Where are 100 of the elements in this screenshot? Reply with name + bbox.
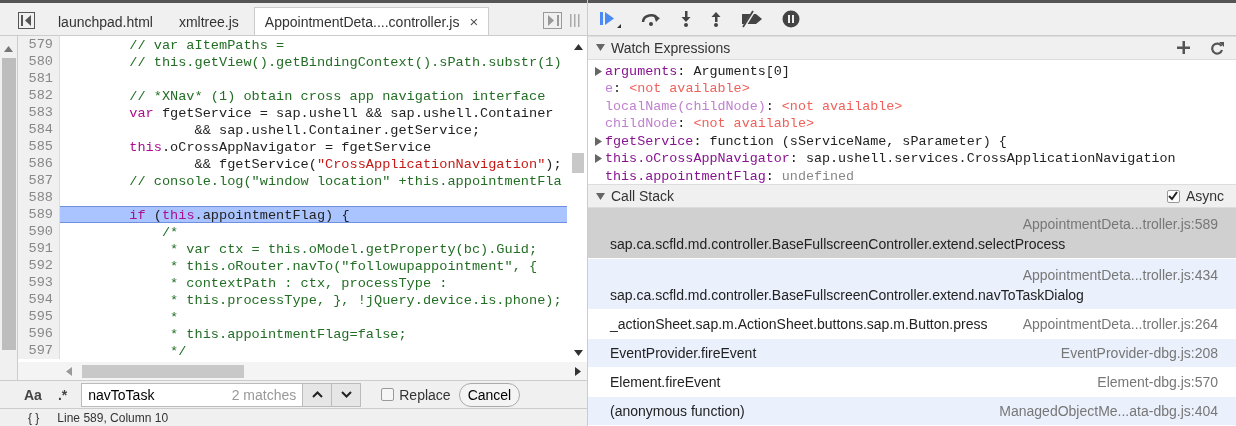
colon-separator: : — [677, 63, 686, 79]
cancel-button[interactable]: Cancel — [458, 382, 521, 407]
previous-match-button[interactable] — [302, 383, 332, 406]
scroll-up-icon[interactable] — [573, 44, 583, 50]
watch-expression-value: <not available> — [629, 81, 750, 97]
scrollbar-thumb[interactable] — [572, 153, 584, 173]
watch-expression-name: arguments — [605, 63, 678, 79]
line-number: 594 — [18, 291, 60, 308]
code-line: && fgetService("CrossApplicationNavigation"); — [193, 156, 563, 172]
frame-function: _actionSheet.sap.m.ActionSheet.buttons.sap.m.Button.press — [610, 316, 988, 332]
toggle-navigator-icon[interactable] — [18, 12, 35, 29]
match-case-toggle[interactable]: Aa — [24, 386, 42, 403]
colon-separator: : — [613, 81, 622, 97]
frame-function: sap.ca.scfld.md.controller.BaseFullscreenController.extend.selectProcess — [610, 236, 1066, 252]
scrollbar-thumb[interactable] — [82, 364, 244, 378]
code-line: * this.oRouter.navTo("followupappointment", { — [169, 258, 539, 274]
scroll-left-icon[interactable] — [66, 366, 72, 376]
line-number: 590 — [18, 223, 60, 240]
watch-expression-value: <not available> — [693, 116, 814, 132]
async-label: Async — [1185, 188, 1224, 205]
line-number: 595 — [18, 308, 60, 325]
line-number: 593 — [18, 274, 60, 291]
watch-expression-value: function (sServiceName, sParameter) { — [709, 133, 1007, 149]
replace-label: Replace — [399, 386, 451, 403]
frame-location[interactable]: EventProvider-dbg.js:208 — [1060, 345, 1218, 361]
call-stack-header[interactable]: Call Stack Async — [588, 184, 1236, 208]
call-stack-frame[interactable]: AppointmentDeta...troller.js:589 sap.ca.scfld.md.controller.BaseFullscreenController.extend.selectProcess — [588, 208, 1236, 259]
scroll-down-icon[interactable] — [573, 350, 583, 356]
watch-expression-value: Arguments[0] — [693, 63, 790, 79]
line-number: 579 — [18, 36, 60, 53]
deactivate-breakpoints-icon[interactable] — [740, 9, 764, 28]
call-stack-frame[interactable]: EventProvider.fireEvent EventProvider-dbg.js:208 — [588, 339, 1236, 368]
watch-expression-name: fgetService — [605, 133, 694, 149]
call-stack-frame[interactable]: (anonymous function) ManagedObjectMe...ata-dbg.js:404 — [588, 397, 1236, 426]
code-line: /* — [160, 224, 180, 240]
chevron-up-icon — [311, 391, 323, 398]
collapse-triangle-icon[interactable] — [596, 43, 605, 53]
watch-expression-name: e — [605, 81, 614, 97]
scrollbar-thumb[interactable] — [1, 58, 16, 350]
watch-expression-name: localName(childNode) — [605, 98, 766, 114]
scroll-right-icon[interactable] — [575, 366, 581, 376]
watch-expression-name: this.oCrossAppNavigator — [605, 151, 790, 167]
line-number: 589 — [18, 206, 60, 223]
toggle-debugger-icon[interactable] — [543, 12, 583, 29]
section-title: Call Stack — [611, 188, 676, 205]
frame-function: Element.fireEvent — [610, 374, 721, 390]
code-line: */ — [169, 343, 188, 359]
frame-location[interactable]: Element-dbg.js:570 — [1097, 374, 1218, 390]
close-icon[interactable]: × — [469, 13, 479, 30]
refresh-icon[interactable] — [1210, 40, 1224, 55]
frame-function: EventProvider.fireEvent — [610, 345, 757, 361]
file-tab[interactable]: AppointmentDeta....controller.js × — [253, 7, 490, 35]
add-icon[interactable] — [1177, 41, 1190, 55]
code-line: * contextPath : ctx, processType : — [169, 275, 449, 291]
call-stack-frame[interactable]: AppointmentDeta...troller.js:434 sap.ca.scfld.md.controller.BaseFullscreenController.extend.navToTaskDialog — [588, 259, 1236, 310]
colon-separator: : — [693, 133, 702, 149]
code-line: this.oCrossAppNavigator = fgetService — [128, 139, 433, 155]
step-into-icon[interactable] — [680, 9, 692, 28]
collapse-triangle-icon[interactable] — [596, 191, 605, 201]
find-box[interactable]: navToTask 2 matches — [81, 382, 362, 407]
line-number: 582 — [18, 87, 60, 104]
colon-separator: : — [765, 168, 774, 184]
colon-separator: : — [677, 116, 686, 132]
frame-location[interactable]: ManagedObjectMe...ata-dbg.js:404 — [999, 403, 1218, 419]
replace-checkbox[interactable] — [381, 388, 395, 401]
colon-separator: : — [789, 151, 798, 167]
pretty-print-toggle[interactable]: { } — [28, 409, 40, 426]
expand-triangle-icon[interactable] — [594, 66, 603, 76]
line-number: 591 — [18, 240, 60, 257]
code-line: && sap.ushell.Container.getService; — [193, 122, 482, 138]
watch-expression-value: sap.ushell.services.CrossApplicationNavigation — [805, 151, 1176, 167]
line-number: 588 — [18, 189, 60, 206]
line-number: 580 — [18, 53, 60, 70]
regex-toggle[interactable]: .* — [57, 386, 68, 403]
next-match-button[interactable] — [331, 383, 361, 406]
code-line: // *XNav* (1) obtain cross app navigation interface — [128, 88, 547, 104]
code-line: // this.getView().getBindingContext().sPath.substr(1) — [128, 54, 563, 70]
line-number: 592 — [18, 257, 60, 274]
code-line: // console.log("window location" +this.appointmentFla — [128, 173, 563, 189]
watch-expression-value: undefined — [781, 168, 855, 184]
code-line: var fgetService = sap.ushell && sap.ushell.Container — [128, 105, 555, 121]
line-number: 583 — [18, 104, 60, 121]
watch-expression-name: childNode — [605, 116, 678, 132]
watch-expression-name: this.appointmentFlag — [605, 168, 766, 184]
frame-location[interactable]: AppointmentDeta...troller.js:264 — [1022, 316, 1218, 332]
file-tab[interactable]: launchpad.html — [47, 7, 164, 35]
code-line: * — [169, 309, 180, 325]
pause-icon[interactable] — [782, 9, 800, 28]
async-checkbox[interactable] — [1166, 189, 1180, 203]
line-number: 587 — [18, 172, 60, 189]
watch-expressions-header[interactable]: Watch Expressions — [588, 35, 1236, 60]
line-number: 596 — [18, 325, 60, 342]
frame-function: sap.ca.scfld.md.controller.BaseFullscreenController.extend.navToTaskDialog — [610, 287, 1084, 303]
code-line: * this.processType, }, !jQuery.device.is.phone); — [169, 292, 563, 308]
line-number: 597 — [18, 342, 60, 359]
line-number: 581 — [18, 70, 60, 87]
file-tab[interactable]: xmltree.js — [167, 7, 250, 35]
frame-location[interactable]: AppointmentDeta...troller.js:434 — [1022, 267, 1218, 283]
line-number: 584 — [18, 121, 60, 138]
cursor-position: Line 589, Column 10 — [57, 410, 169, 426]
